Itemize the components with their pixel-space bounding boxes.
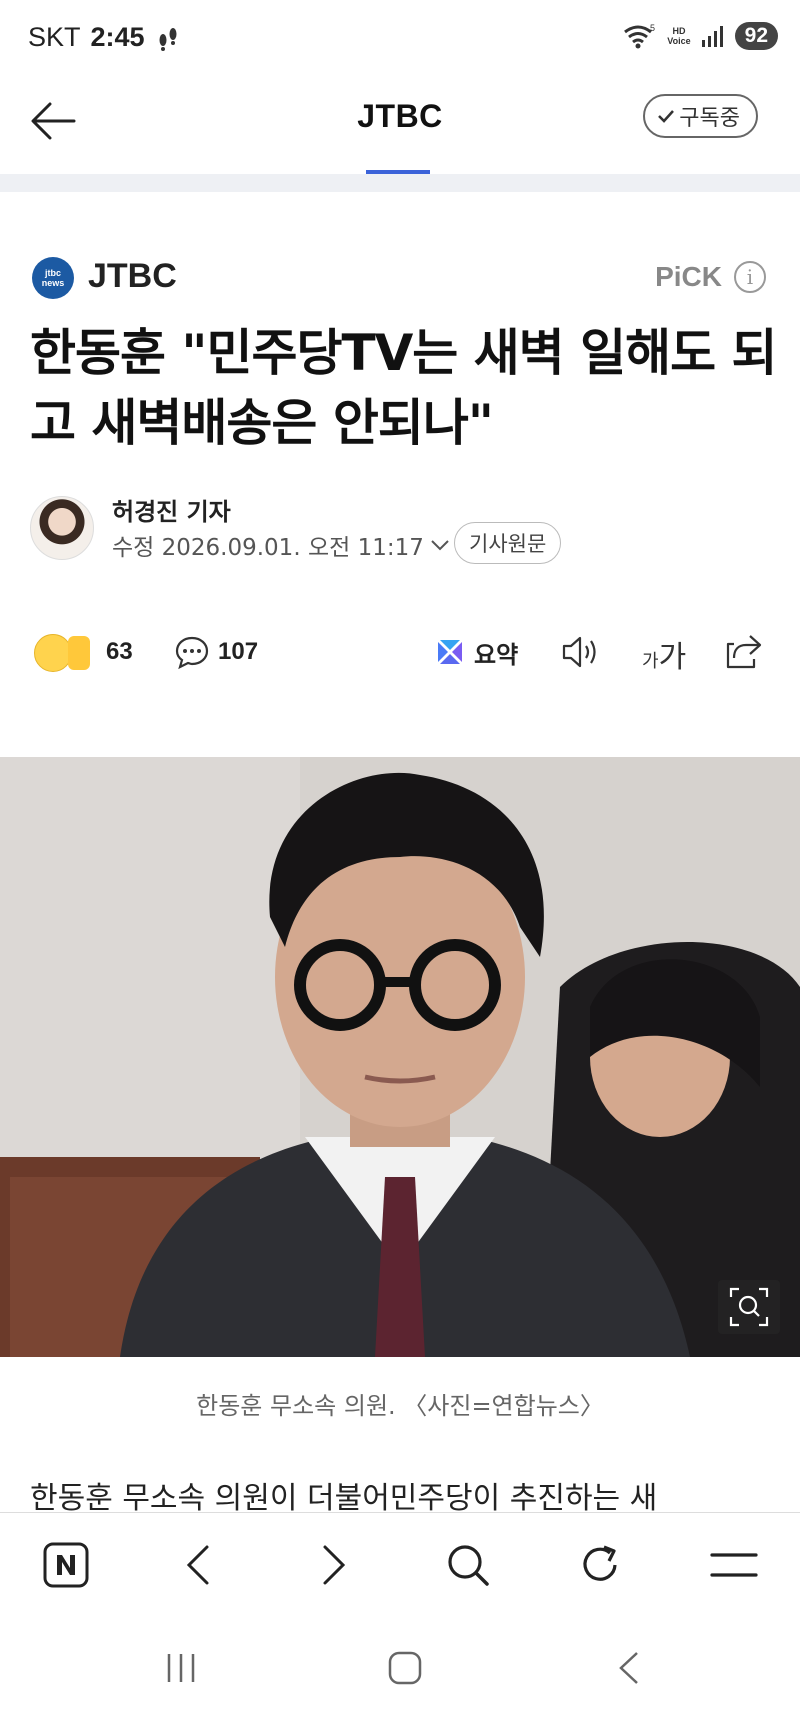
summary-label: 요약 bbox=[474, 640, 519, 669]
search-button[interactable] bbox=[442, 1539, 494, 1591]
back-icon bbox=[619, 1652, 638, 1684]
photo-illustration bbox=[0, 757, 800, 1357]
comment-button[interactable]: 107 bbox=[174, 630, 258, 674]
edit-date[interactable]: 수정 2026.09.01. 오전 11:17 bbox=[112, 528, 450, 562]
author-row: 허경진 기자 수정 2026.09.01. 오전 11:17 기사원문 bbox=[30, 492, 770, 572]
press-name[interactable]: JTBC bbox=[88, 257, 177, 296]
app-header: JTBC 구독중 bbox=[0, 78, 800, 174]
naver-logo-icon bbox=[43, 1542, 89, 1588]
edit-date-text: 수정 2026.09.01. 오전 11:17 bbox=[112, 535, 424, 561]
status-right: 5 HD Voice 92 bbox=[623, 22, 778, 50]
home-icon bbox=[388, 1651, 422, 1685]
comment-icon bbox=[175, 636, 209, 670]
smile-face-icon bbox=[34, 634, 72, 672]
press-logo-text-top: jtbc bbox=[44, 268, 61, 278]
header-divider bbox=[0, 174, 800, 192]
footsteps-icon bbox=[159, 27, 177, 51]
browser-toolbar bbox=[0, 1512, 800, 1616]
search-icon bbox=[448, 1545, 489, 1586]
menu-button[interactable] bbox=[708, 1539, 760, 1591]
info-icon[interactable]: i bbox=[734, 261, 766, 293]
signal-icon bbox=[701, 26, 723, 47]
font-small-glyph: 가 bbox=[642, 651, 659, 672]
image-zoom-button[interactable] bbox=[718, 1280, 780, 1334]
refresh-button[interactable] bbox=[574, 1539, 626, 1591]
original-article-button[interactable]: 기사원문 bbox=[454, 522, 562, 564]
home-button[interactable] bbox=[380, 1646, 430, 1690]
font-large-glyph: 가 bbox=[658, 640, 687, 675]
status-bar: SKT 2:45 5 HD Voice 92 bbox=[0, 0, 800, 78]
author-avatar[interactable] bbox=[30, 496, 94, 560]
reaction-button[interactable]: 63 bbox=[34, 630, 133, 674]
subscribe-button[interactable]: 구독중 bbox=[643, 94, 758, 138]
browser-back-button[interactable] bbox=[172, 1539, 224, 1591]
emoji-reaction-icon bbox=[34, 630, 98, 674]
press-row: jtbc news JTBC PiCK i bbox=[32, 255, 766, 301]
hd-voice-icon: HD Voice bbox=[667, 26, 690, 46]
clock: 2:45 bbox=[90, 22, 145, 52]
article-actions: 63 107 요약 가가 bbox=[34, 630, 774, 680]
author-name[interactable]: 허경진 기자 bbox=[112, 492, 231, 527]
battery-level: 92 bbox=[734, 22, 778, 50]
wifi-icon: 5 bbox=[624, 23, 655, 49]
hd-label: HD bbox=[672, 26, 686, 36]
voice-label: Voice bbox=[667, 36, 691, 46]
naver-home-button[interactable] bbox=[40, 1539, 92, 1591]
recent-apps-icon bbox=[167, 1654, 195, 1682]
press-logo[interactable]: jtbc news bbox=[32, 257, 74, 299]
reaction-count: 63 bbox=[106, 638, 133, 665]
photo-caption: 한동훈 무소속 의원. 〈사진=연합뉴스〉 bbox=[196, 1392, 604, 1420]
hamburger-menu-icon bbox=[710, 1553, 758, 1577]
tts-button[interactable] bbox=[560, 632, 604, 676]
summary-button[interactable]: 요약 bbox=[434, 630, 518, 674]
comment-count: 107 bbox=[218, 638, 259, 665]
system-back-button[interactable] bbox=[604, 1646, 654, 1690]
recent-apps-button[interactable] bbox=[156, 1646, 206, 1690]
press-logo-text-bottom: news bbox=[41, 278, 65, 288]
article-body-first-line: 한동훈 무소속 의원이 더불어민주당이 추진하는 새 bbox=[30, 1481, 658, 1514]
pick-badge: PiCK bbox=[655, 261, 722, 292]
chevron-down-icon bbox=[431, 540, 449, 551]
status-left: SKT 2:45 bbox=[28, 22, 181, 53]
ai-summary-icon bbox=[438, 640, 462, 664]
network-label: 5 bbox=[650, 23, 655, 33]
check-icon bbox=[658, 110, 675, 123]
article-headline: 한동훈 "민주당TV는 새벽 일해도 되고 새벽배송은 안되나" bbox=[30, 324, 777, 452]
system-nav-bar bbox=[0, 1616, 800, 1716]
chevron-right-icon bbox=[323, 1545, 346, 1585]
share-button[interactable] bbox=[724, 632, 764, 676]
subscribe-label: 구독중 bbox=[679, 106, 740, 131]
thumbs-up-icon bbox=[68, 636, 90, 670]
image-zoom-icon bbox=[729, 1287, 769, 1327]
refresh-icon bbox=[583, 1545, 617, 1581]
font-size-button[interactable]: 가가 bbox=[642, 632, 686, 676]
chevron-left-icon bbox=[186, 1545, 209, 1585]
carrier: SKT bbox=[28, 22, 81, 52]
article-photo[interactable] bbox=[0, 757, 800, 1357]
share-icon bbox=[726, 635, 762, 669]
browser-forward-button[interactable] bbox=[308, 1539, 360, 1591]
speaker-icon bbox=[562, 636, 596, 668]
